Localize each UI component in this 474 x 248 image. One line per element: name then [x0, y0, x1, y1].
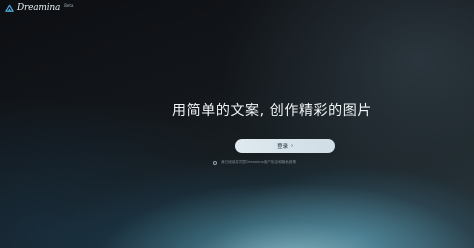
agreement-row: 我已阅读并同意Dreamina用户协议和隐私政策 [213, 160, 296, 165]
agreement-text: 我已阅读并同意Dreamina用户协议和隐私政策 [221, 160, 297, 164]
dreamina-logo-icon [5, 4, 14, 12]
brand-name: Dreamina [17, 3, 61, 13]
chevron-right-icon: › [291, 143, 293, 149]
hero-headline: 用简单的文案, 创作精彩的图片 [172, 103, 372, 119]
brand-logo[interactable]: Dreamina Beta [5, 3, 73, 13]
login-button[interactable]: 登录 › [235, 139, 335, 153]
landing-page: Dreamina Beta 用简单的文案, 创作精彩的图片 登录 › 我已阅读并… [0, 0, 474, 248]
beta-badge: Beta [64, 3, 74, 8]
login-label: 登录 [277, 144, 289, 150]
agreement-checkbox[interactable] [213, 160, 217, 165]
